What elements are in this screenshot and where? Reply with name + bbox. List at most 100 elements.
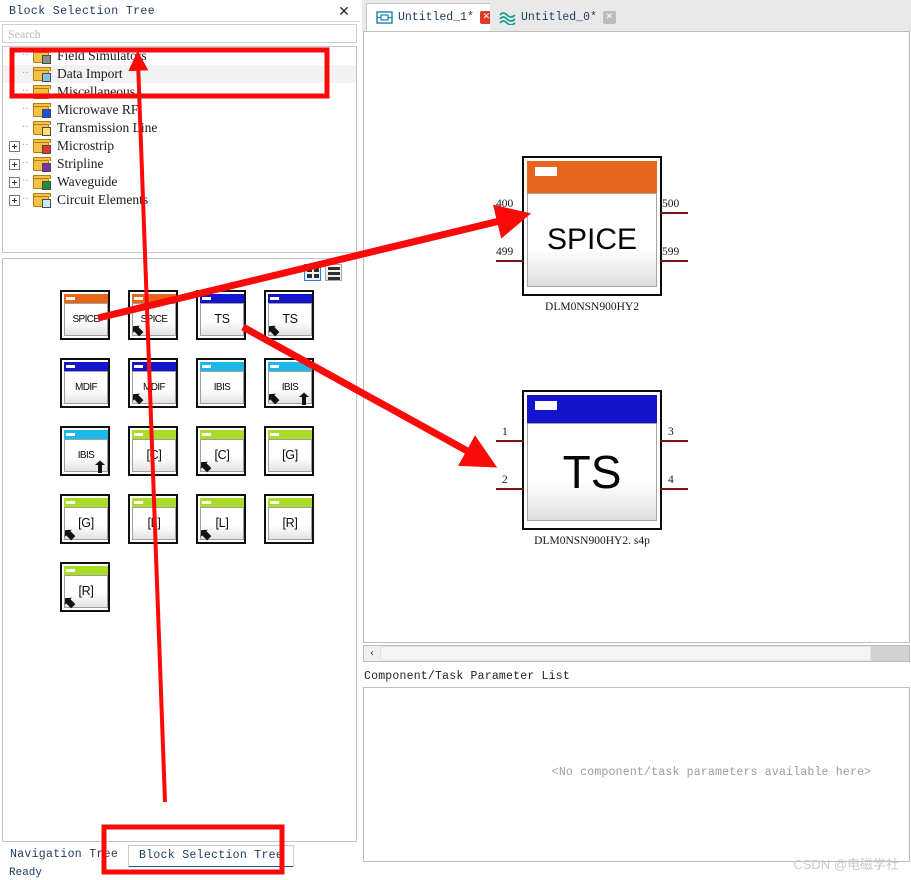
block-label: [R]: [78, 584, 94, 599]
canvas-horizontal-scrollbar[interactable]: ‹: [363, 645, 910, 662]
parameter-list-panel[interactable]: <No component/task parameters available …: [363, 687, 910, 862]
expand-icon[interactable]: [9, 140, 20, 152]
palette-cell: IBIS: [187, 349, 255, 417]
search-input[interactable]: [3, 26, 356, 43]
pin-label-500: 500: [662, 198, 680, 210]
scroll-thumb[interactable]: [380, 646, 871, 661]
dock-tab-block-selection-tree[interactable]: Block Selection Tree: [128, 845, 295, 868]
palette-block-g[interactable]: [G]: [264, 426, 314, 476]
expand-icon[interactable]: [9, 158, 20, 170]
palette-block-mdif[interactable]: MDIF: [128, 358, 178, 408]
tree-item-data-import[interactable]: ·· Data Import: [3, 65, 356, 83]
block-label: [C]: [146, 448, 162, 463]
block-header: [64, 294, 108, 303]
palette-block-spice[interactable]: SPICE: [128, 290, 178, 340]
palette-block-spice[interactable]: SPICE: [60, 290, 110, 340]
tree-item-microwave-rf[interactable]: ·· Microwave RF: [3, 101, 356, 119]
tree-connector: ··: [22, 122, 29, 133]
block-face: [C]: [200, 439, 244, 472]
parameter-empty-message: <No component/task parameters available …: [551, 766, 872, 779]
pin-left-1[interactable]: [496, 212, 524, 214]
palette-block-ts[interactable]: TS: [264, 290, 314, 340]
dock-title: Block Selection Tree: [9, 5, 156, 18]
block-label: [G]: [282, 448, 298, 463]
block-label: [G]: [78, 516, 94, 531]
block-header: [268, 430, 312, 439]
block-face: MDIF: [64, 371, 108, 404]
folder-icon: [33, 157, 51, 172]
close-icon[interactable]: ✕: [336, 4, 352, 20]
folder-icon: [33, 193, 51, 208]
tree-item-microstrip[interactable]: ·· Microstrip: [3, 137, 356, 155]
expand-icon[interactable]: [9, 194, 20, 206]
tree-item-field-simulators[interactable]: ·· Field Simulators: [3, 47, 356, 65]
document-tabbar: Untitled_1* ✕ Untitled_0* ✕: [362, 0, 911, 31]
list-view-icon[interactable]: [325, 264, 342, 281]
palette-block-ibis[interactable]: IBIS: [60, 426, 110, 476]
dock-tab-navigation-tree[interactable]: Navigation Tree: [0, 845, 128, 865]
waveform-icon: [499, 10, 516, 26]
spice-block-caption: DLM0NSN900HY2: [545, 301, 639, 313]
palette-block-r[interactable]: [R]: [264, 494, 314, 544]
tree-item-label: Stripline: [57, 156, 104, 171]
palette-cell: MDIF: [119, 349, 187, 417]
pin-left-2[interactable]: [496, 488, 524, 490]
block-label: IBIS: [213, 381, 231, 393]
pin-left-2[interactable]: [496, 260, 524, 262]
palette-cell: [C]: [119, 417, 187, 485]
block-header: [64, 430, 108, 439]
category-tree[interactable]: ·· Field Simulators ·· Data Import ·· Miscell…: [2, 46, 357, 253]
tree-item-miscellaneous[interactable]: ·· Miscellaneous: [3, 83, 356, 101]
palette-view-toolbar: [304, 264, 342, 281]
tree-connector: ··: [22, 176, 29, 187]
schematic-icon: [376, 10, 393, 25]
block-header: [200, 498, 244, 507]
pin-right-1[interactable]: [660, 440, 688, 442]
tree-connector: ··: [22, 194, 29, 205]
expand-icon[interactable]: [9, 176, 20, 188]
palette-block-ts[interactable]: TS: [196, 290, 246, 340]
tree-item-stripline[interactable]: ·· Stripline: [3, 155, 356, 173]
block-palette: SPICE SPICE TS TS MDIF MDIF IBIS IBIS IBIS [C] [C]…: [2, 258, 357, 842]
palette-block-mdif[interactable]: MDIF: [60, 358, 110, 408]
block-label: IBIS: [77, 449, 95, 461]
pin-label-599: 599: [662, 246, 680, 258]
block-face: IBIS: [268, 371, 312, 404]
palette-block-c[interactable]: [C]: [128, 426, 178, 476]
grid-view-icon[interactable]: [304, 264, 321, 281]
tree-item-transmission-line[interactable]: ·· Transmission Line: [3, 119, 356, 137]
block-face: [R]: [268, 507, 312, 540]
palette-cell: [C]: [187, 417, 255, 485]
palette-cell: TS: [187, 281, 255, 349]
pin-right-1[interactable]: [660, 212, 688, 214]
palette-block-g[interactable]: [G]: [60, 494, 110, 544]
tree-connector: ··: [22, 158, 29, 169]
folder-icon: [33, 67, 51, 82]
block-face: [L]: [200, 507, 244, 540]
block-label: [C]: [214, 448, 230, 463]
scroll-left-icon[interactable]: ‹: [364, 646, 380, 661]
palette-block-c[interactable]: [C]: [196, 426, 246, 476]
block-selection-tree-dock: Block Selection Tree ✕ ·· Field Simulator…: [0, 0, 360, 868]
document-tab-untitled_0[interactable]: Untitled_0* ✕: [490, 3, 623, 31]
palette-block-r[interactable]: [R]: [60, 562, 110, 612]
pin-right-2[interactable]: [660, 260, 688, 262]
tree-connector: ··: [22, 68, 29, 79]
palette-block-l[interactable]: [L]: [128, 494, 178, 544]
tree-item-circuit-elements[interactable]: ·· Circuit Elements: [3, 191, 356, 209]
block-header: [132, 362, 176, 371]
document-tab-untitled_1[interactable]: Untitled_1* ✕: [366, 3, 501, 31]
ts-block-caption: DLM0NSN900HY2. s4p: [534, 535, 650, 547]
tree-item-waveguide[interactable]: ·· Waveguide: [3, 173, 356, 191]
search-box[interactable]: [2, 24, 357, 43]
block-label: TS: [282, 312, 298, 327]
palette-block-ibis[interactable]: IBIS: [264, 358, 314, 408]
pin-left-1[interactable]: [496, 440, 524, 442]
folder-icon: [33, 49, 51, 64]
schematic-canvas[interactable]: SPICE 400 499 500 599 DLM0NSN900HY2 TS 1…: [363, 31, 910, 643]
palette-block-l[interactable]: [L]: [196, 494, 246, 544]
pin-right-2[interactable]: [660, 488, 688, 490]
tab-close-icon[interactable]: ✕: [602, 10, 616, 24]
palette-block-ibis[interactable]: IBIS: [196, 358, 246, 408]
scroll-right-track[interactable]: [871, 646, 909, 661]
